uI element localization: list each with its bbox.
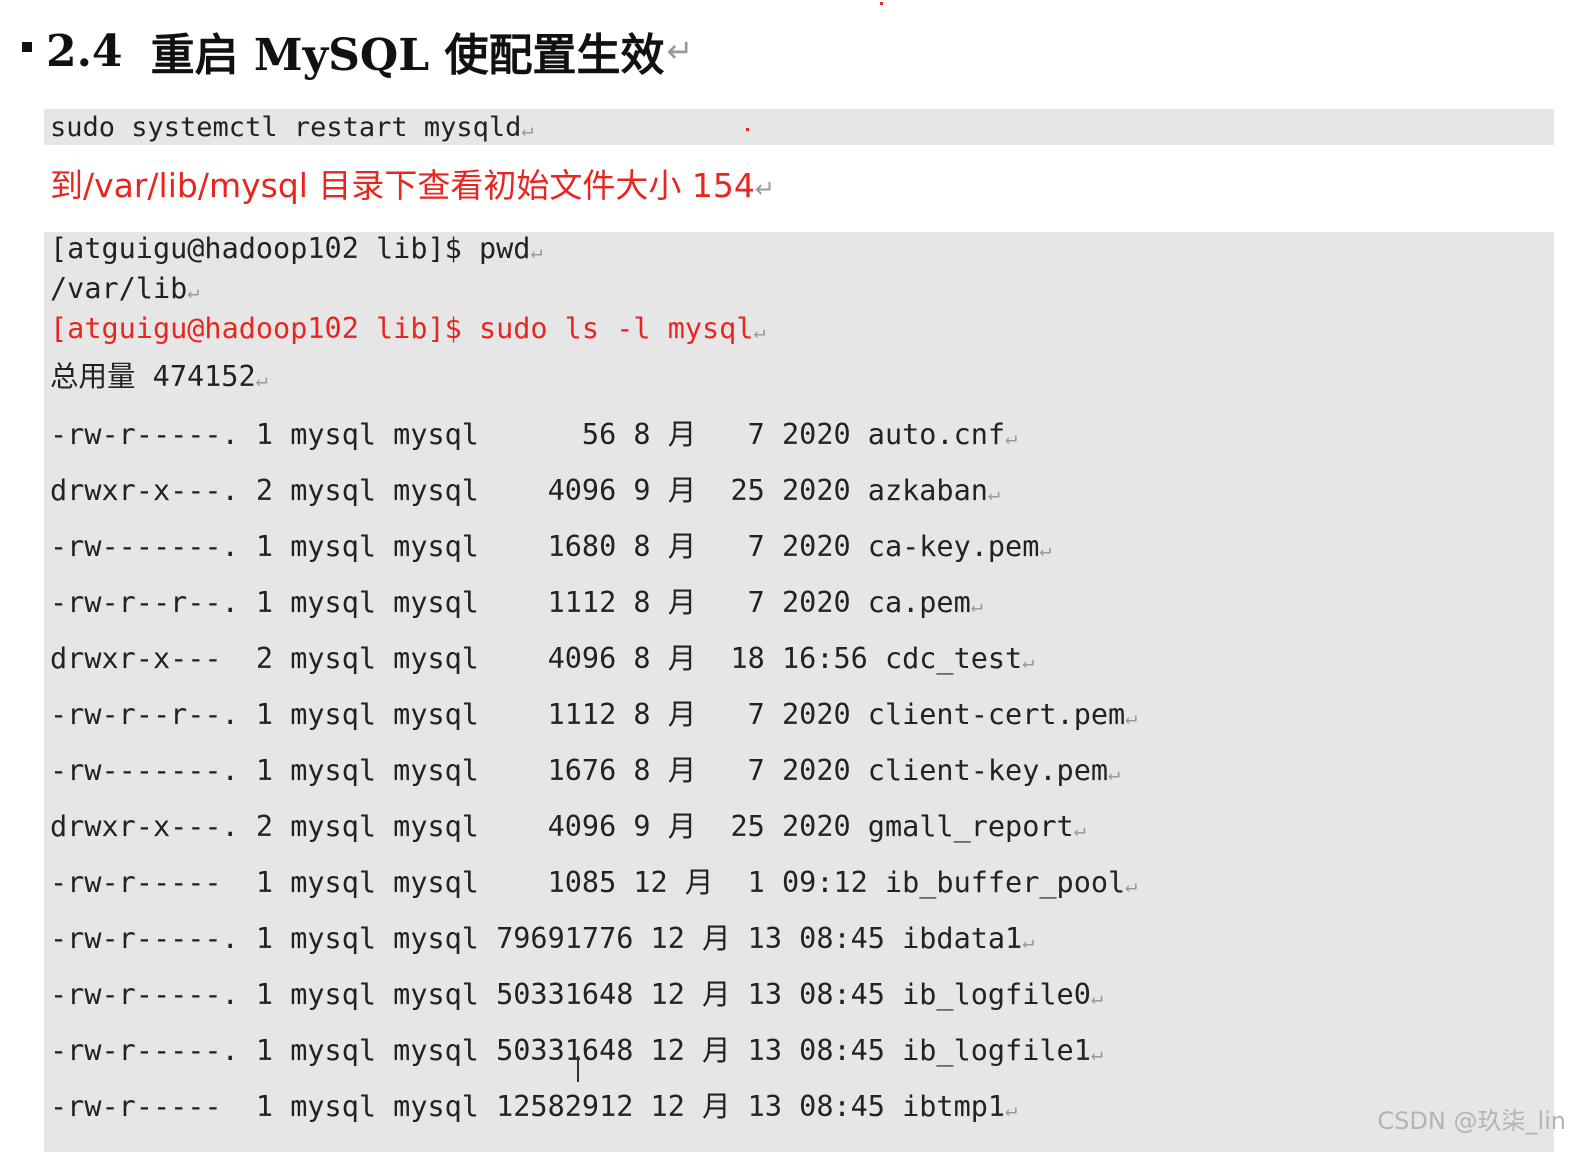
paragraph-mark-icon: ↵ (1125, 873, 1138, 897)
paragraph-mark-icon: ↵ (1005, 425, 1018, 449)
section-title: 重启 MySQL 使配置生效 (150, 30, 665, 81)
terminal-line-text: drwxr-x---. 2 mysql mysql 4096 9 月 25 20… (50, 474, 988, 507)
paragraph-mark-icon: ↵ (666, 32, 694, 70)
instruction-note: 到/var/lib/mysql 目录下查看初始文件大小 154↵ (50, 166, 776, 205)
terminal-line: -rw-r----- 1 mysql mysql 12582912 12 月 1… (50, 1090, 1017, 1126)
command-code-block: sudo systemctl restart mysqld↵ (44, 109, 1554, 145)
paragraph-mark-icon: ↵ (1039, 537, 1052, 561)
terminal-line: -rw-r--r--. 1 mysql mysql 1112 8 月 7 202… (50, 698, 1137, 734)
paragraph-mark-icon: ↵ (753, 319, 766, 343)
terminal-line: -rw-------. 1 mysql mysql 1680 8 月 7 202… (50, 530, 1051, 566)
paragraph-mark-icon: ↵ (1108, 761, 1121, 785)
paragraph-mark-icon: ↵ (187, 279, 200, 303)
paragraph-mark-icon: ↵ (1005, 1097, 1018, 1121)
stray-dot (746, 128, 749, 131)
terminal-line-text: [atguigu@hadoop102 lib]$ pwd (50, 232, 531, 265)
terminal-line: -rw-r-----. 1 mysql mysql 79691776 12 月 … (50, 922, 1034, 958)
terminal-line-text: -rw-r--r--. 1 mysql mysql 1112 8 月 7 202… (50, 698, 1126, 731)
terminal-line-text: -rw-r-----. 1 mysql mysql 56 8 月 7 2020 … (50, 418, 1006, 451)
terminal-line-text: -rw-------. 1 mysql mysql 1680 8 月 7 202… (50, 530, 1040, 563)
paragraph-mark-icon: ↵ (1073, 817, 1086, 841)
terminal-line: [atguigu@hadoop102 lib]$ pwd↵ (50, 232, 542, 268)
terminal-line: drwxr-x---. 2 mysql mysql 4096 9 月 25 20… (50, 474, 1000, 510)
terminal-line: drwxr-x---. 2 mysql mysql 4096 9 月 25 20… (50, 810, 1086, 846)
paragraph-mark-icon: ↵ (754, 175, 776, 203)
terminal-line: 总用量 474152↵ (50, 360, 268, 396)
paragraph-mark-icon: ↵ (1022, 649, 1035, 673)
document-page: 2.4 重启 MySQL 使配置生效 ↵ sudo systemctl rest… (0, 0, 1586, 1152)
terminal-line: /var/lib↵ (50, 272, 199, 308)
paragraph-mark-icon: ↵ (1090, 985, 1103, 1009)
terminal-line: drwxr-x--- 2 mysql mysql 4096 8 月 18 16:… (50, 642, 1034, 678)
terminal-line-text: /var/lib (50, 272, 188, 305)
text-cursor-icon (577, 1056, 579, 1082)
terminal-line-text: -rw-r----- 1 mysql mysql 12582912 12 月 1… (50, 1090, 1006, 1123)
section-number: 2.4 (46, 25, 123, 77)
terminal-output-block: [atguigu@hadoop102 lib]$ pwd↵/var/lib↵ [a… (44, 232, 1554, 1152)
heading-bullet-icon (22, 42, 32, 52)
terminal-line-text: drwxr-x---. 2 mysql mysql 4096 9 月 25 20… (50, 810, 1074, 843)
paragraph-mark-icon: ↵ (530, 239, 543, 263)
terminal-line: -rw-------. 1 mysql mysql 1676 8 月 7 202… (50, 754, 1120, 790)
terminal-line-text: -rw-r-----. 1 mysql mysql 50331648 12 月 … (50, 1034, 1091, 1067)
terminal-line-text: 总用量 474152 (50, 360, 256, 393)
paragraph-mark-icon: ↵ (521, 117, 534, 141)
terminal-line: [atguigu@hadoop102 lib]$ sudo ls -l mysq… (50, 312, 766, 348)
terminal-line-text: [atguigu@hadoop102 lib]$ sudo ls -l mysq… (50, 312, 754, 345)
terminal-line: -rw-r----- 1 mysql mysql 1085 12 月 1 09:… (50, 866, 1137, 902)
paragraph-mark-icon: ↵ (1125, 705, 1138, 729)
terminal-line-text: -rw-r--r--. 1 mysql mysql 1112 8 月 7 202… (50, 586, 971, 619)
paragraph-mark-icon: ↵ (987, 481, 1000, 505)
stray-dot (880, 2, 883, 5)
paragraph-mark-icon: ↵ (1090, 1041, 1103, 1065)
paragraph-mark-icon: ↵ (970, 593, 983, 617)
paragraph-mark-icon: ↵ (255, 367, 268, 391)
terminal-line-text: -rw-r----- 1 mysql mysql 1085 12 月 1 09:… (50, 866, 1126, 899)
section-heading: 2.4 重启 MySQL 使配置生效 ↵ (22, 20, 693, 82)
terminal-line: -rw-r--r--. 1 mysql mysql 1112 8 月 7 202… (50, 586, 983, 622)
terminal-line: -rw-r-----. 1 mysql mysql 56 8 月 7 2020 … (50, 418, 1017, 454)
terminal-line-text: -rw-------. 1 mysql mysql 1676 8 月 7 202… (50, 754, 1109, 787)
paragraph-mark-icon: ↵ (1022, 929, 1035, 953)
command-line: sudo systemctl restart mysqld↵ (50, 112, 534, 143)
watermark: CSDN @玖柒_lin (1377, 1107, 1566, 1135)
terminal-line-text: -rw-r-----. 1 mysql mysql 50331648 12 月 … (50, 978, 1091, 1011)
terminal-line-text: drwxr-x--- 2 mysql mysql 4096 8 月 18 16:… (50, 642, 1023, 675)
terminal-line: -rw-r-----. 1 mysql mysql 50331648 12 月 … (50, 978, 1103, 1014)
terminal-line-text: -rw-r-----. 1 mysql mysql 79691776 12 月 … (50, 922, 1023, 955)
